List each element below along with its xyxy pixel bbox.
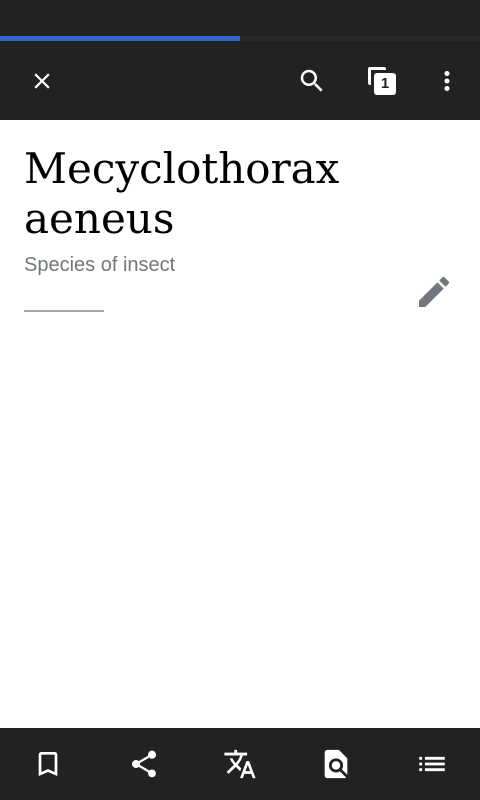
table-of-contents-button[interactable]	[400, 728, 464, 800]
bottom-action-bar	[0, 728, 480, 800]
search-icon	[300, 69, 323, 92]
edit-description-button[interactable]	[410, 268, 458, 316]
share-icon	[131, 750, 157, 778]
page-description: Species of insect	[24, 254, 176, 276]
article-content: Mecyclothorax aeneus Species of insect	[0, 120, 480, 728]
top-toolbar: 1	[0, 41, 480, 120]
close-icon	[34, 72, 50, 89]
search-button[interactable]	[284, 41, 340, 120]
translate-icon	[224, 749, 256, 779]
bookmark-button[interactable]	[16, 728, 80, 800]
find-in-page-icon	[324, 749, 348, 779]
title-divider	[24, 310, 104, 312]
tabs-icon: 1	[366, 65, 398, 97]
status-bar	[0, 0, 480, 36]
tab-count: 1	[374, 72, 396, 95]
find-in-page-button[interactable]	[304, 728, 368, 800]
share-button[interactable]	[112, 728, 176, 800]
language-button[interactable]	[208, 728, 272, 800]
contents-icon	[419, 756, 445, 772]
more-vert-icon	[444, 70, 450, 91]
tabs-button[interactable]: 1	[354, 41, 410, 120]
close-button[interactable]	[14, 41, 70, 120]
bookmark-icon	[38, 752, 58, 776]
page-title: Mecyclothorax aeneus	[24, 144, 340, 243]
overflow-menu-button[interactable]	[419, 41, 475, 120]
pencil-icon	[419, 276, 450, 307]
